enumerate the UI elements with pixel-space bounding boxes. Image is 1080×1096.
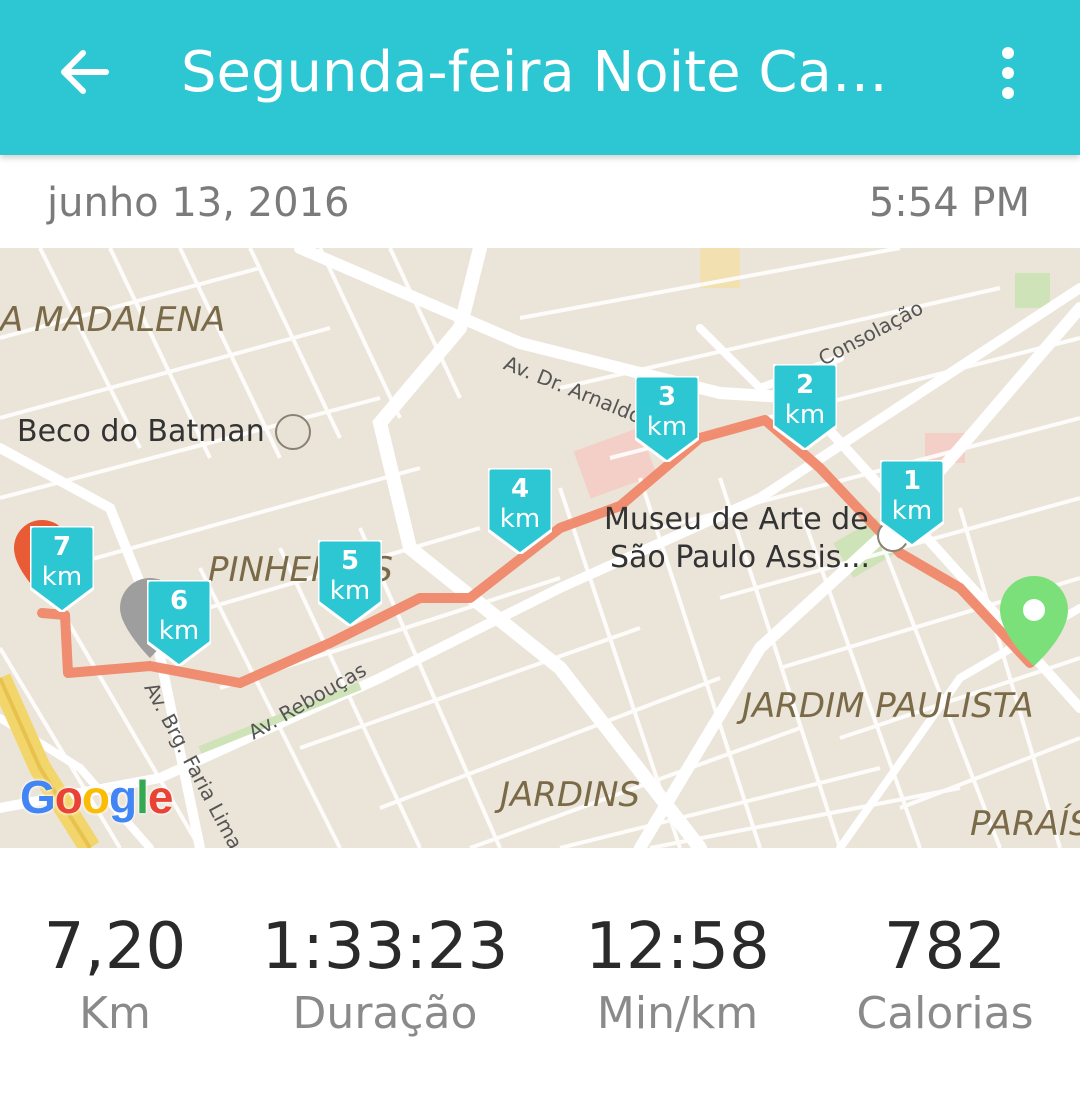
activity-stats: 7,20 Km 1:33:23 Duração 12:58 Min/km 782… (0, 848, 1080, 1096)
km-marker-number: 2 (795, 370, 815, 400)
km-marker-number: 4 (510, 474, 530, 504)
km-marker-2[interactable]: 2 km (773, 364, 837, 450)
stat-duration: 1:33:23 Duração (250, 910, 520, 1044)
poi-masp-line1[interactable]: Museu de Arte de (604, 502, 869, 537)
km-marker-unit: km (499, 504, 541, 534)
km-marker-number: 5 (340, 546, 360, 576)
app-bar: Segunda-feira Noite Caminhada (0, 0, 1080, 155)
page-title: Segunda-feira Noite Caminhada (181, 40, 941, 105)
km-marker-number: 6 (169, 586, 189, 616)
route-map[interactable]: A MADALENA PINHEIROS JARDIM PAULISTA JAR… (0, 248, 1080, 848)
km-marker-unit: km (646, 412, 688, 442)
stat-distance: 7,20 Km (20, 910, 210, 1044)
km-marker-unit: km (891, 496, 933, 526)
activity-time: 5:54 PM (868, 180, 1030, 226)
poi-masp-line2[interactable]: São Paulo Assis... (610, 540, 870, 575)
km-marker-4[interactable]: 4 km (488, 468, 552, 554)
km-marker-unit: km (784, 400, 826, 430)
stat-distance-label: Km (79, 988, 151, 1039)
km-marker-unit: km (158, 616, 200, 646)
km-marker-6[interactable]: 6 km (147, 580, 211, 666)
place-label-jardins: JARDINS (500, 775, 641, 815)
place-label-madalena: A MADALENA (0, 300, 226, 340)
stat-calories: 782 Calorias (840, 910, 1050, 1044)
more-vertical-icon (1002, 47, 1014, 99)
stat-pace-value: 12:58 (585, 910, 770, 984)
km-marker-number: 1 (902, 466, 922, 496)
stat-calories-label: Calorias (856, 988, 1034, 1039)
more-options-button[interactable] (990, 44, 1026, 104)
stat-pace: 12:58 Min/km (570, 910, 785, 1044)
km-marker-7[interactable]: 7 km (30, 526, 94, 612)
stat-duration-value: 1:33:23 (261, 910, 509, 984)
place-label-paraiso: PARAÍS (970, 804, 1080, 844)
km-marker-3[interactable]: 3 km (635, 376, 699, 462)
km-marker-number: 7 (52, 532, 72, 562)
km-marker-unit: km (329, 576, 371, 606)
activity-datetime-row: junho 13, 2016 5:54 PM (0, 158, 1080, 246)
stat-pace-label: Min/km (596, 988, 759, 1039)
place-label-jardim-paulista: JARDIM PAULISTA (742, 686, 1034, 726)
google-logo: Google (20, 771, 173, 823)
km-marker-1[interactable]: 1 km (880, 460, 944, 546)
stat-distance-value: 7,20 (43, 910, 187, 984)
stat-calories-value: 782 (883, 910, 1007, 984)
poi-beco-do-batman[interactable]: Beco do Batman (17, 414, 265, 449)
km-marker-number: 3 (657, 382, 677, 412)
activity-date: junho 13, 2016 (47, 180, 350, 226)
km-marker-unit: km (41, 562, 83, 592)
stat-duration-label: Duração (292, 988, 478, 1039)
back-button[interactable] (56, 44, 112, 100)
arrow-left-icon (61, 50, 109, 94)
km-marker-5[interactable]: 5 km (318, 540, 382, 626)
